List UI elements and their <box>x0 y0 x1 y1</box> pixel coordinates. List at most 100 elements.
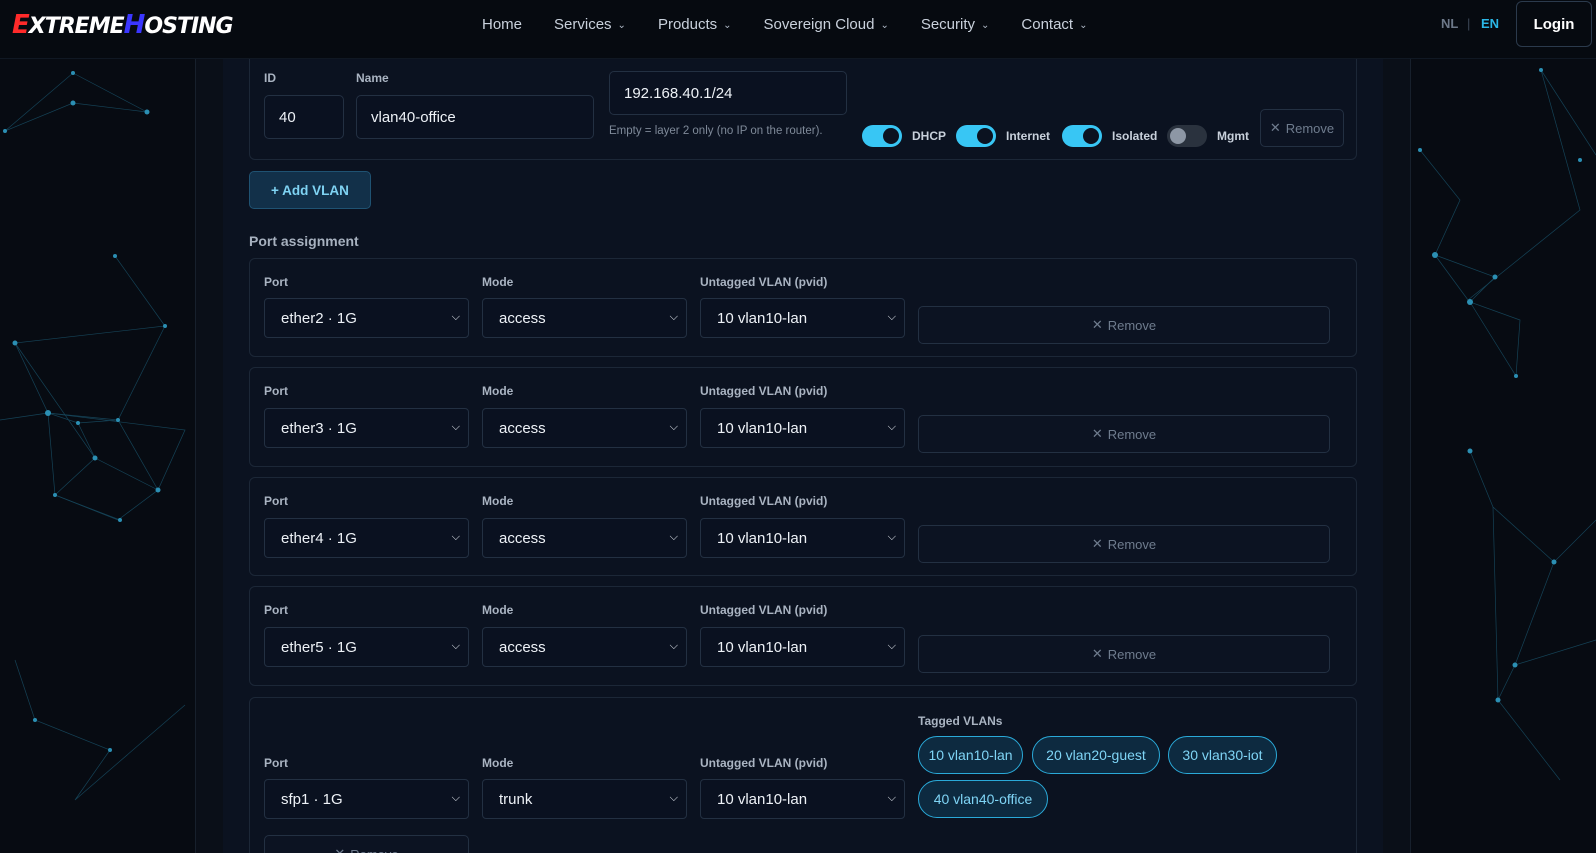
port-label: Port <box>264 756 288 770</box>
logo-word-osting: OSTING <box>144 14 233 39</box>
untagged-vlan-value: 10 vlan10-lan <box>717 638 808 656</box>
nav-item-home[interactable]: Home <box>482 16 522 33</box>
remove-label: Remove <box>1107 646 1157 662</box>
nav-item-security[interactable]: Security ⌄ <box>921 16 990 33</box>
untagged-vlan-select[interactable]: 10 vlan10-lan ⌵ <box>700 627 905 667</box>
vlan-card: ID Name 40 vlan40-office 192.168.40.1/24… <box>249 59 1357 160</box>
mode-select-value: access <box>499 309 546 327</box>
port-select-value: sfp1 · 1G <box>281 790 343 808</box>
login-button[interactable]: Login <box>1516 1 1592 47</box>
untagged-vlan-select[interactable]: 10 vlan10-lan ⌵ <box>700 298 905 338</box>
vlan-name-label: Name <box>356 71 389 85</box>
chevron-down-icon: ⌵ <box>887 311 896 323</box>
chevron-down-icon: ⌵ <box>669 421 678 433</box>
toggle-knob <box>977 128 993 144</box>
logo-letter-h: H <box>123 10 146 40</box>
language-en-link[interactable]: EN <box>1481 16 1499 31</box>
tagged-vlan-chip[interactable]: 40 vlan40-office <box>918 780 1048 818</box>
chevron-down-icon: ⌄ <box>723 19 732 31</box>
mode-label: Mode <box>482 603 514 617</box>
vlan-id-label: ID <box>264 71 276 85</box>
nav-item-label: Security <box>920 15 976 33</box>
untagged-vlan-label: Untagged VLAN (pvid) <box>700 275 828 289</box>
mode-select[interactable]: trunk ⌵ <box>482 779 687 819</box>
remove-label: Remove <box>1107 426 1157 442</box>
port-label: Port <box>264 384 288 398</box>
dhcp-toggle-label: DHCP <box>912 129 947 143</box>
port-remove-button[interactable]: ✕ Remove <box>918 525 1330 563</box>
chevron-down-icon: ⌄ <box>617 19 626 31</box>
nav-item-label: Sovereign Cloud <box>763 15 875 33</box>
untagged-vlan-value: 10 vlan10-lan <box>717 529 808 547</box>
port-label: Port <box>264 275 288 289</box>
untagged-vlan-select[interactable]: 10 vlan10-lan ⌵ <box>700 518 905 558</box>
port-remove-button[interactable]: ✕ Remove <box>918 306 1330 344</box>
mode-select[interactable]: access ⌵ <box>482 298 687 338</box>
port-assignment-title: Port assignment <box>249 233 359 249</box>
port-select[interactable]: ether5 · 1G ⌵ <box>264 627 469 667</box>
untagged-vlan-label: Untagged VLAN (pvid) <box>700 603 828 617</box>
internet-toggle-label: Internet <box>1006 129 1051 143</box>
chevron-down-icon: ⌵ <box>887 640 896 652</box>
language-nl-link[interactable]: NL <box>1441 16 1458 31</box>
chevron-down-icon: ⌵ <box>451 421 460 433</box>
remove-label: Remove <box>1107 536 1157 552</box>
vlan-name-input[interactable]: vlan40-office <box>356 95 594 139</box>
port-remove-button[interactable]: ✕ Remove <box>918 415 1330 453</box>
mode-select[interactable]: access ⌵ <box>482 408 687 448</box>
isolated-toggle[interactable] <box>1062 125 1102 147</box>
port-row: Port Mode Untagged VLAN (pvid) ether4 · … <box>249 477 1357 576</box>
untagged-vlan-label: Untagged VLAN (pvid) <box>700 756 828 770</box>
close-icon: ✕ <box>1269 120 1281 135</box>
mgmt-toggle[interactable] <box>1167 125 1207 147</box>
tagged-vlan-chip[interactable]: 20 vlan20-guest <box>1032 736 1160 774</box>
port-remove-button[interactable]: ✕ Remove <box>264 835 469 853</box>
chevron-down-icon: ⌵ <box>887 531 896 543</box>
close-icon: ✕ <box>1091 317 1103 332</box>
close-icon: ✕ <box>334 846 345 853</box>
vlan-subnet-input[interactable]: 192.168.40.1/24 <box>609 71 847 115</box>
chevron-down-icon: ⌵ <box>451 640 460 652</box>
nav-item-contact[interactable]: Contact ⌄ <box>1021 16 1087 33</box>
mode-label: Mode <box>482 384 514 398</box>
untagged-vlan-select[interactable]: 10 vlan10-lan ⌵ <box>700 779 905 819</box>
chevron-down-icon: ⌄ <box>1079 19 1088 31</box>
port-row: Port Mode Untagged VLAN (pvid) ether2 · … <box>249 258 1357 357</box>
right-gutter <box>1383 59 1411 853</box>
language-separator: | <box>1467 16 1471 31</box>
port-select-value: ether4 · 1G <box>281 529 357 547</box>
isolated-toggle-label: Isolated <box>1112 129 1158 143</box>
vlan-id-input[interactable]: 40 <box>264 95 344 139</box>
vlan-remove-button[interactable]: ✕ Remove <box>1260 109 1344 147</box>
untagged-vlan-select[interactable]: 10 vlan10-lan ⌵ <box>700 408 905 448</box>
brand-logo[interactable]: EXTREMEHOSTING <box>12 10 234 42</box>
tagged-vlan-chip[interactable]: 10 vlan10-lan <box>918 736 1023 774</box>
chevron-down-icon: ⌄ <box>981 19 990 31</box>
close-icon: ✕ <box>1091 426 1103 441</box>
untagged-vlan-label: Untagged VLAN (pvid) <box>700 384 828 398</box>
dhcp-toggle[interactable] <box>862 125 902 147</box>
toggle-knob <box>1170 128 1186 144</box>
port-select-value: ether5 · 1G <box>281 638 357 656</box>
mode-select[interactable]: access ⌵ <box>482 627 687 667</box>
nav-item-products[interactable]: Products ⌄ <box>658 16 732 33</box>
port-select[interactable]: ether3 · 1G ⌵ <box>264 408 469 448</box>
untagged-vlan-label: Untagged VLAN (pvid) <box>700 494 828 508</box>
nav-item-services[interactable]: Services ⌄ <box>554 16 626 33</box>
port-select[interactable]: ether4 · 1G ⌵ <box>264 518 469 558</box>
nav-item-sovereign-cloud[interactable]: Sovereign Cloud ⌄ <box>764 16 889 33</box>
close-icon: ✕ <box>1091 646 1103 661</box>
mode-select-value: access <box>499 419 546 437</box>
toggle-knob <box>883 128 899 144</box>
port-select[interactable]: ether2 · 1G ⌵ <box>264 298 469 338</box>
port-remove-button[interactable]: ✕ Remove <box>918 635 1330 673</box>
internet-toggle[interactable] <box>956 125 996 147</box>
port-select[interactable]: sfp1 · 1G ⌵ <box>264 779 469 819</box>
mode-label: Mode <box>482 756 514 770</box>
add-vlan-button[interactable]: + Add VLAN <box>249 171 371 209</box>
mode-select[interactable]: access ⌵ <box>482 518 687 558</box>
port-label: Port <box>264 603 288 617</box>
close-icon: ✕ <box>1091 536 1103 551</box>
chevron-down-icon: ⌵ <box>669 311 678 323</box>
tagged-vlan-chip[interactable]: 30 vlan30-iot <box>1168 736 1277 774</box>
